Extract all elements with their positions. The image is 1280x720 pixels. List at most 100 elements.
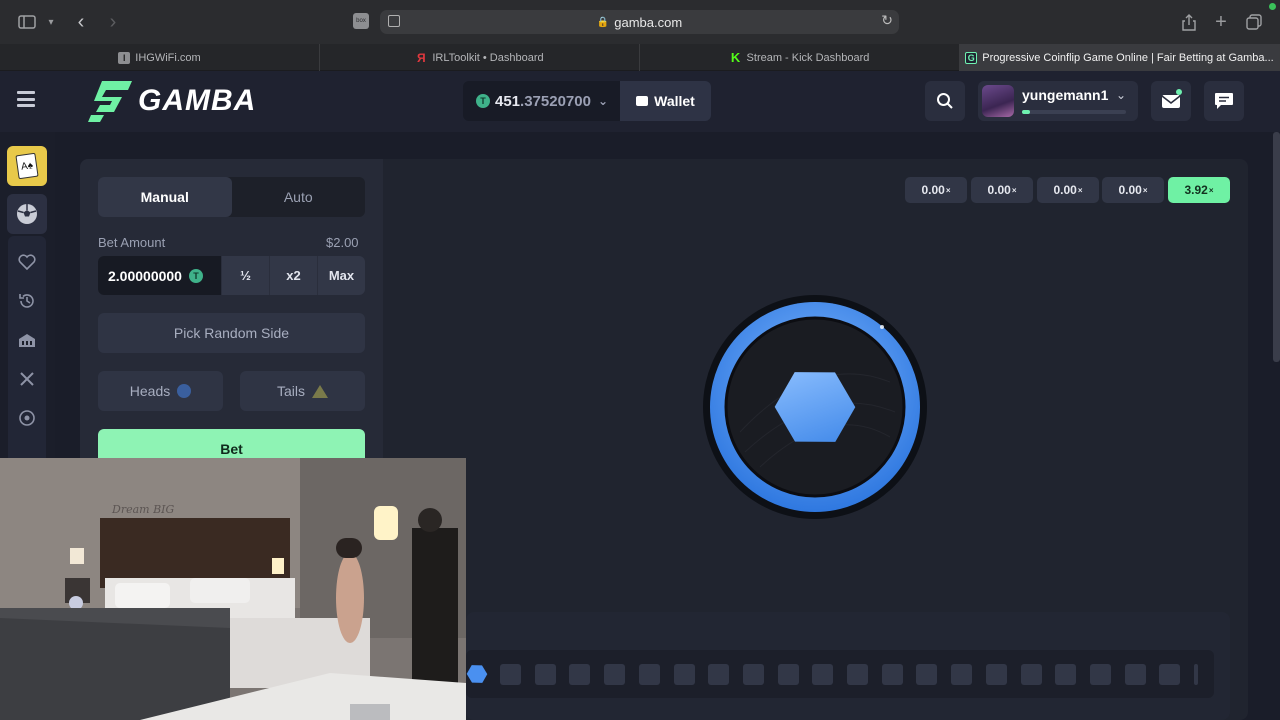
multiplier-value: 0.00 <box>921 183 945 197</box>
history-slot <box>881 664 903 685</box>
tab-favicon-icon: G <box>965 51 978 64</box>
tab-irltoolkit[interactable]: Я IRLToolkit • Dashboard <box>320 44 640 71</box>
chevron-down-icon: ⌄ <box>1115 88 1126 102</box>
search-button[interactable] <box>925 81 965 121</box>
tails-button[interactable]: Tails <box>240 371 365 411</box>
bet-amount-usd: $2.00 <box>326 235 359 250</box>
pick-random-side-button[interactable]: Pick Random Side <box>98 313 365 353</box>
history-slot <box>951 664 973 685</box>
tab-label: IRLToolkit • Dashboard <box>432 51 544 64</box>
site-favicon-icon[interactable]: box <box>353 13 369 29</box>
tails-icon <box>312 384 328 398</box>
bet-amount-label: Bet Amount <box>98 235 166 250</box>
notification-dot <box>1269 3 1276 10</box>
user-menu[interactable]: yungemann1 ⌄ <box>978 81 1138 121</box>
sidebar-item-originals[interactable] <box>7 320 47 360</box>
chevron-down-icon[interactable]: ▾ <box>44 11 58 33</box>
tab-label: IHGWiFi.com <box>135 51 201 64</box>
tab-ihgwifi[interactable]: I IHGWiFi.com <box>0 44 320 71</box>
history-heads-icon <box>466 665 488 683</box>
history-slot <box>916 664 938 685</box>
building-icon <box>19 334 35 347</box>
chat-button[interactable] <box>1204 81 1244 121</box>
max-bet-button[interactable]: Max <box>317 256 365 295</box>
webcam-overlay: Dream BIG <box>0 458 466 720</box>
bet-amount-value: 2.00000000 <box>108 267 182 284</box>
history-slot <box>777 664 799 685</box>
url-bar[interactable]: 🔒 gamba.com ↻ <box>380 10 899 34</box>
site-header: GAMBA T 451.37520700 ⌄ Wallet yungemann1… <box>0 71 1280 132</box>
logo-wordmark: GAMBA <box>138 84 257 117</box>
soccer-ball-icon <box>17 204 37 224</box>
tab-manual[interactable]: Manual <box>98 177 232 217</box>
mail-icon <box>1161 94 1181 108</box>
new-tab-icon[interactable]: + <box>1212 11 1230 33</box>
history-slot <box>500 664 521 685</box>
notifications-button[interactable] <box>1151 81 1191 121</box>
browser-toolbar: ▾ ‹ › box 🔒 gamba.com ↻ + <box>0 0 1280 44</box>
search-icon <box>937 93 953 109</box>
page-menu-icon[interactable] <box>388 15 400 27</box>
wallet-button[interactable]: Wallet <box>620 81 711 121</box>
sidebar-item-target[interactable] <box>7 398 47 438</box>
multiplier-chip: 0.00 × <box>905 177 967 203</box>
tab-favicon-icon: I <box>118 51 131 64</box>
half-bet-button[interactable]: ½ <box>221 256 269 295</box>
gamba-logo-mark-icon <box>88 81 132 122</box>
forward-icon[interactable]: › <box>104 11 122 33</box>
bet-amount-row: 2.00000000 T ½ x2 Max <box>98 256 365 295</box>
sidebar-toggle-icon[interactable] <box>16 11 38 33</box>
playing-card-icon: A♠ <box>15 152 39 180</box>
url-text: gamba.com <box>614 14 683 30</box>
history-slot <box>1194 664 1198 685</box>
tab-auto[interactable]: Auto <box>232 177 366 217</box>
sidebar-item-recent[interactable] <box>7 281 47 321</box>
tether-coin-icon: T <box>188 268 203 283</box>
balance-selector[interactable]: T 451.37520700 ⌄ <box>463 81 620 121</box>
tab-overview-icon[interactable] <box>1245 11 1263 33</box>
xp-progress-bar <box>1022 110 1126 114</box>
tab-kick[interactable]: K Stream - Kick Dashboard <box>640 44 960 71</box>
username: yungemann1 <box>1022 87 1109 103</box>
unread-dot <box>1176 89 1182 95</box>
history-slot <box>985 664 1007 685</box>
tab-label: Stream - Kick Dashboard <box>746 51 870 64</box>
double-bet-button[interactable]: x2 <box>269 256 317 295</box>
sidebar-item-sports[interactable] <box>7 194 47 234</box>
bet-amount-input[interactable]: 2.00000000 T <box>98 256 221 295</box>
history-slot <box>673 664 695 685</box>
history-slot <box>569 664 591 685</box>
multiplier-suffix: × <box>945 185 951 195</box>
chat-icon <box>1215 93 1233 109</box>
coin <box>700 292 930 522</box>
history-slot <box>1020 664 1042 685</box>
mode-tabs: Manual Auto <box>98 177 365 217</box>
share-icon[interactable] <box>1180 11 1198 33</box>
history-slot <box>1159 664 1181 685</box>
gamba-logo[interactable]: GAMBA <box>88 79 256 123</box>
sidebar-item-battles[interactable] <box>7 359 47 399</box>
multiplier-suffix: × <box>1208 185 1214 195</box>
avatar <box>982 85 1014 117</box>
multiplier-chip: 0.00 × <box>1102 177 1164 203</box>
heads-button[interactable]: Heads <box>98 371 223 411</box>
browser-tab-strip: I IHGWiFi.com Я IRLToolkit • Dashboard K… <box>0 44 1280 71</box>
sidebar-item-favorites[interactable] <box>7 242 47 282</box>
balance-fraction: .37520700 <box>520 92 591 110</box>
page-scrollbar[interactable] <box>1273 132 1280 362</box>
reload-icon[interactable]: ↻ <box>881 12 893 29</box>
back-icon[interactable]: ‹ <box>72 11 90 33</box>
sidebar-item-casino[interactable]: A♠ <box>7 146 47 186</box>
tab-gamba[interactable]: G Progressive Coinflip Game Online | Fai… <box>960 44 1280 71</box>
history-slot <box>847 664 868 685</box>
tab-favicon-icon: Я <box>417 50 426 65</box>
menu-icon[interactable] <box>17 91 35 107</box>
heart-icon <box>18 254 36 270</box>
history-slot <box>534 664 556 685</box>
multiplier-value: 0.00 <box>1118 183 1142 197</box>
heads-label: Heads <box>129 383 171 399</box>
balance-whole: 451 <box>495 92 521 110</box>
tether-coin-icon: T <box>476 94 490 108</box>
wall-text: Dream BIG <box>112 503 175 516</box>
history-icon <box>19 294 34 308</box>
